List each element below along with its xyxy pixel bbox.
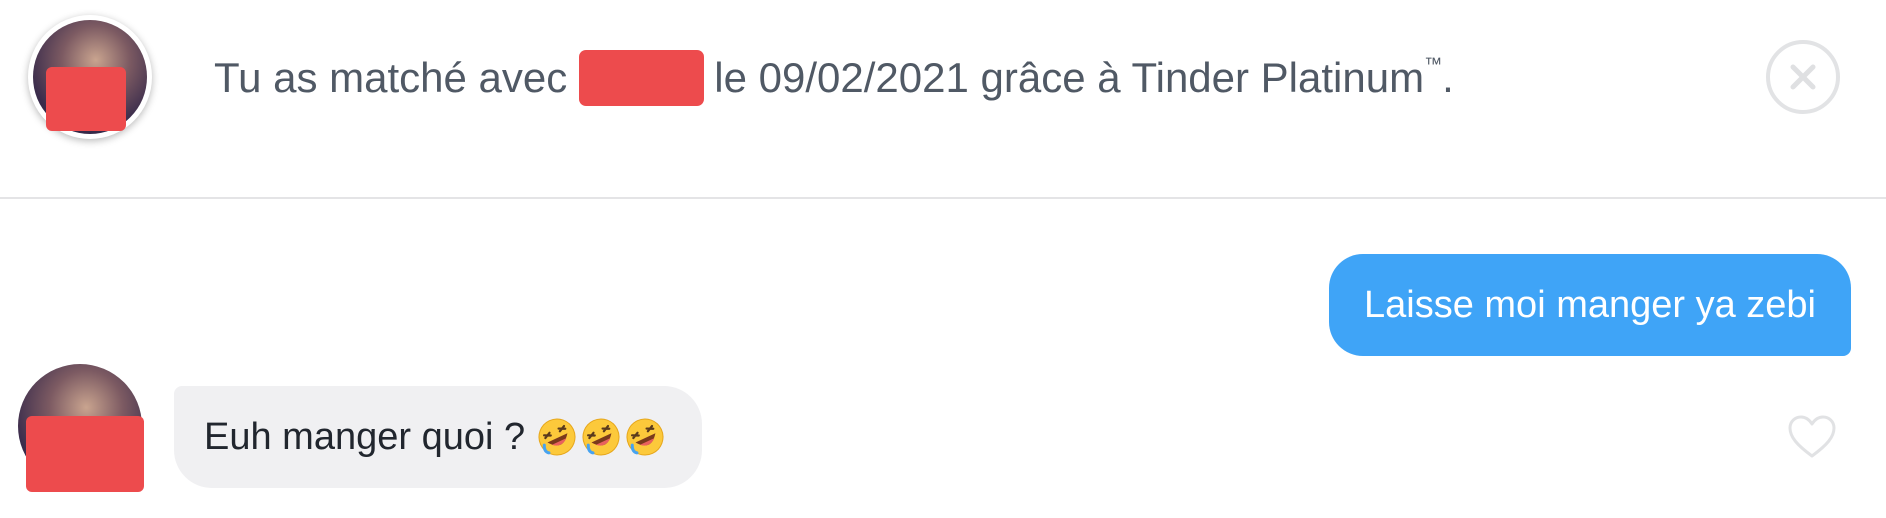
close-button[interactable] <box>1766 40 1840 114</box>
heart-icon <box>1788 415 1836 458</box>
match-notice-text: Tu as matché avec le 09/02/2021 grâce à … <box>214 50 1454 106</box>
rolling-laughing-emoji-icon <box>582 418 620 456</box>
sent-message-bubble[interactable]: Laisse moi manger ya zebi <box>1329 254 1851 356</box>
sender-avatar[interactable] <box>18 364 144 492</box>
received-message-text: Euh manger quoi ? <box>204 415 526 458</box>
rolling-laughing-emoji-icon <box>538 418 576 456</box>
redaction-block <box>26 416 144 492</box>
redaction-block <box>46 67 126 131</box>
match-notice-end: . <box>1442 54 1454 101</box>
match-notice-suffix: le 09/02/2021 grâce à Tinder Platinum <box>714 54 1425 101</box>
rolling-laughing-emoji-icon <box>626 418 664 456</box>
close-icon <box>1790 64 1816 90</box>
trademark-symbol: ™ <box>1424 53 1443 74</box>
redacted-name <box>579 50 705 106</box>
like-message-button[interactable] <box>1787 414 1837 460</box>
match-notice-prefix: Tu as matché avec <box>214 54 568 101</box>
match-avatar[interactable] <box>28 15 152 139</box>
received-message-bubble[interactable]: Euh manger quoi ? <box>174 386 702 488</box>
match-notice-header: Tu as matché avec le 09/02/2021 grâce à … <box>0 0 1886 199</box>
sent-message-text: Laisse moi manger ya zebi <box>1364 283 1816 326</box>
